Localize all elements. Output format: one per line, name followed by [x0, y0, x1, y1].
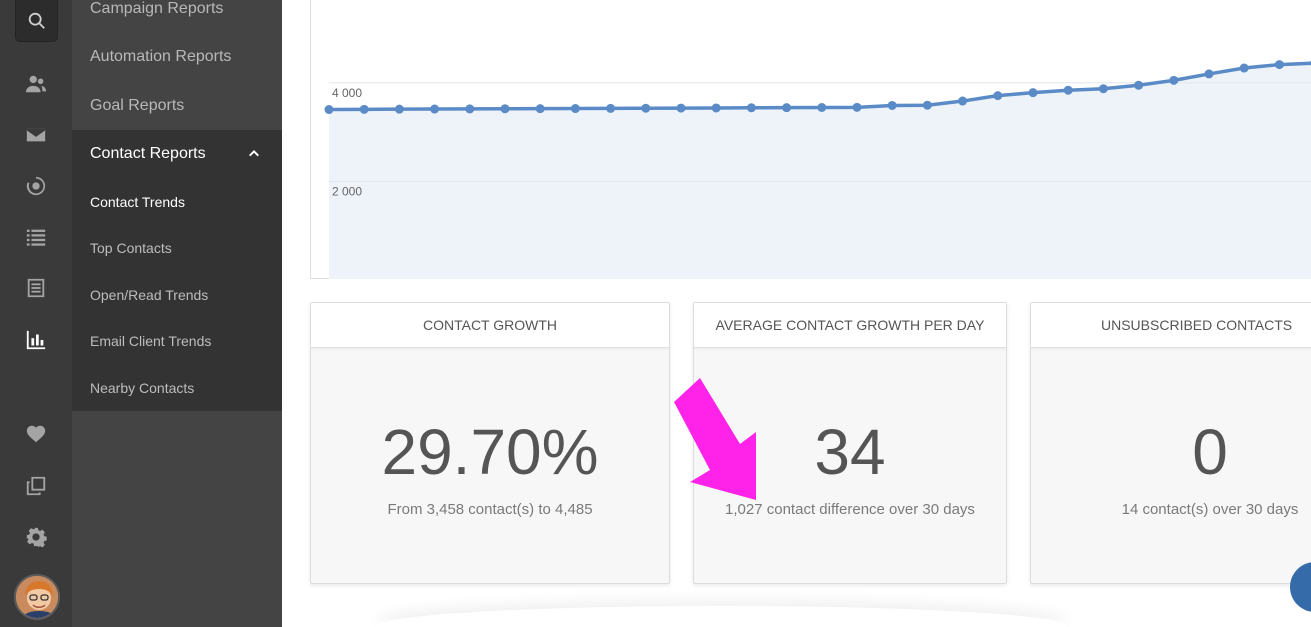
- reports-icon[interactable]: [16, 320, 56, 360]
- search-icon[interactable]: [15, 0, 58, 42]
- chart-data-point: [1274, 60, 1284, 70]
- contact-trends-chart: 4 000 2 000: [310, 0, 1311, 279]
- bottom-panel-shadow: [377, 606, 1067, 627]
- automation-icon[interactable]: [16, 166, 56, 206]
- chart-data-point: [1204, 69, 1214, 79]
- chart-data-point: [1028, 88, 1038, 98]
- icon-rail: [0, 0, 72, 627]
- nav-contact-reports[interactable]: Contact Reports: [72, 130, 282, 178]
- nav-label: Contact Reports: [90, 145, 206, 162]
- chart-data-point: [817, 103, 827, 113]
- chart-data-point: [958, 96, 968, 106]
- chart-data-point: [676, 103, 686, 113]
- list-icon[interactable]: [16, 217, 56, 257]
- nav-automation-reports[interactable]: Automation Reports: [72, 33, 282, 81]
- chart-data-point: [570, 104, 580, 114]
- chart-data-point: [711, 103, 721, 113]
- stat-title: UNSUBSCRIBED CONTACTS: [1031, 303, 1311, 348]
- stat-card-contact-growth: CONTACT GROWTH 29.70% From 3,458 contact…: [310, 302, 670, 584]
- envelope-icon[interactable]: [16, 115, 56, 155]
- y-tick-label: 4 000: [332, 86, 362, 100]
- chart-data-point: [430, 104, 440, 114]
- sub-item-nearby-contacts[interactable]: Nearby Contacts: [90, 380, 194, 396]
- chart-data-point: [922, 100, 932, 110]
- contacts-icon[interactable]: [16, 64, 56, 104]
- chart-data-point: [500, 104, 510, 114]
- stat-value: 0: [1192, 416, 1228, 488]
- chevron-up-icon: [249, 150, 259, 157]
- nav-goal-reports[interactable]: Goal Reports: [72, 82, 282, 130]
- chart-data-point: [324, 105, 334, 115]
- chart-area-fill: [329, 63, 1311, 279]
- chart-data-point: [465, 104, 475, 114]
- main-content: 4 000 2 000 CONTACT GROWTH 29.70% From 3,…: [282, 0, 1311, 627]
- chart-data-point: [1239, 63, 1249, 73]
- nav-label: Automation Reports: [90, 48, 232, 65]
- chart-data-point: [1134, 80, 1144, 90]
- chart-data-point: [606, 103, 616, 113]
- nav-label: Campaign Reports: [90, 0, 224, 17]
- chart-data-point: [746, 103, 756, 113]
- chart-canvas: 4 000 2 000: [324, 60, 1311, 279]
- chart-data-point: [641, 103, 651, 113]
- chart-data-point: [1169, 75, 1179, 85]
- pages-icon[interactable]: [16, 466, 56, 506]
- chart-data-point: [535, 104, 545, 114]
- annotation-arrow: [674, 378, 756, 500]
- chart-data-point: [1098, 84, 1108, 94]
- nav-campaign-reports[interactable]: Campaign Reports: [72, 0, 282, 33]
- stat-value: 29.70%: [381, 416, 599, 488]
- stat-subtitle: 1,027 contact difference over 30 days: [725, 501, 975, 518]
- chart-data-point: [359, 104, 369, 114]
- nav-label: Goal Reports: [90, 97, 185, 114]
- chart-data-point: [993, 91, 1003, 101]
- chart-data-point: [887, 100, 897, 110]
- contact-reports-submenu: Contact Trends Top Contacts Open/Read Tr…: [72, 178, 282, 411]
- stat-subtitle: From 3,458 contact(s) to 4,485: [387, 501, 593, 518]
- sub-item-open-read-trends[interactable]: Open/Read Trends: [90, 287, 208, 303]
- sub-item-contact-trends[interactable]: Contact Trends: [90, 194, 185, 210]
- stat-card-unsubscribed: UNSUBSCRIBED CONTACTS 0 14 contact(s) ov…: [1030, 302, 1311, 584]
- y-tick-label: 2 000: [332, 184, 362, 198]
- avatar[interactable]: [14, 574, 60, 620]
- forms-icon[interactable]: [16, 268, 56, 308]
- sub-item-email-client-trends[interactable]: Email Client Trends: [90, 333, 211, 349]
- sub-item-top-contacts[interactable]: Top Contacts: [90, 240, 172, 256]
- chart-data-point: [1063, 85, 1073, 95]
- stat-title: AVERAGE CONTACT GROWTH PER DAY: [694, 303, 1006, 348]
- gear-icon[interactable]: [16, 517, 56, 557]
- reports-subnav: Campaign Reports Automation Reports Goal…: [72, 0, 282, 627]
- chart-data-point: [852, 102, 862, 112]
- chart-data-point: [394, 104, 404, 114]
- heart-icon[interactable]: [16, 414, 56, 454]
- stat-subtitle: 14 contact(s) over 30 days: [1121, 501, 1299, 518]
- chart-data-point: [782, 103, 792, 113]
- stat-title: CONTACT GROWTH: [311, 303, 669, 348]
